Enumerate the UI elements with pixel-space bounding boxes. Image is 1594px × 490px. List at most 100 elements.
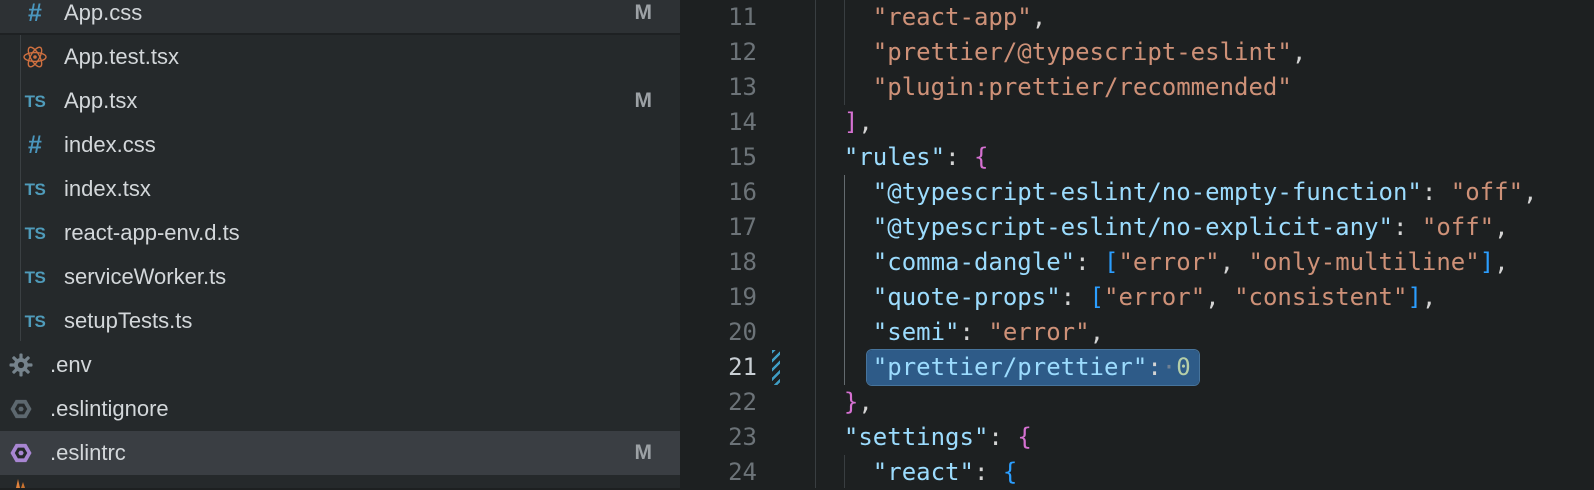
typescript-icon: TS bbox=[22, 220, 48, 246]
code-line-20[interactable]: "semi": "error", bbox=[815, 315, 1104, 350]
sidebar-file-react-app-env-d-ts[interactable]: TSreact-app-env.d.ts bbox=[0, 211, 680, 255]
modified-badge: M bbox=[635, 89, 653, 113]
token-br3: [ bbox=[1090, 283, 1104, 311]
token-br2: { bbox=[1017, 423, 1031, 451]
token-br3: ] bbox=[1407, 283, 1421, 311]
code-line-17[interactable]: "@typescript-eslint/no-explicit-any": "o… bbox=[815, 210, 1509, 245]
line-number[interactable]: 15 bbox=[680, 140, 757, 175]
token-key: "settings" bbox=[844, 423, 989, 451]
file-name-label: index.css bbox=[64, 132, 156, 158]
file-name-label: App.test.tsx bbox=[64, 44, 179, 70]
token-pun: : bbox=[988, 423, 1017, 451]
file-name-label: index.tsx bbox=[64, 176, 151, 202]
eslint-icon bbox=[8, 440, 34, 466]
code-indent bbox=[815, 458, 873, 486]
sidebar-file-App-test-tsx[interactable]: App.test.tsx bbox=[0, 35, 680, 79]
token-key: "quote-props" bbox=[873, 283, 1061, 311]
code-indent bbox=[815, 108, 844, 136]
sidebar-file-eslintignore[interactable]: .eslintignore bbox=[0, 387, 680, 431]
line-number[interactable]: 19 bbox=[680, 280, 757, 315]
line-number[interactable]: 14 bbox=[680, 105, 757, 140]
code-line-11[interactable]: "react-app", bbox=[815, 0, 1046, 35]
token-ws: · bbox=[1162, 353, 1176, 381]
token-pun: : bbox=[974, 458, 1003, 486]
token-pun: : bbox=[1075, 248, 1104, 276]
token-key: "react" bbox=[873, 458, 974, 486]
code-line-13[interactable]: "plugin:prettier/recommended" bbox=[815, 70, 1292, 105]
code-line-19[interactable]: "quote-props": ["error", "consistent"], bbox=[815, 280, 1436, 315]
token-str: "prettier/@typescript-eslint" bbox=[873, 38, 1292, 66]
sidebar-file-App-css[interactable]: #App.cssM bbox=[0, 0, 680, 35]
sidebar-file-index-tsx[interactable]: TS index.tsx bbox=[0, 167, 680, 211]
line-number[interactable]: 21 bbox=[680, 350, 757, 385]
token-br3: ] bbox=[1480, 248, 1494, 276]
token-br3: [ bbox=[1104, 248, 1118, 276]
code-line-15[interactable]: "rules": { bbox=[815, 140, 988, 175]
sidebar-file-env[interactable]: .env bbox=[0, 343, 680, 387]
token-key: "@typescript-eslint/no-empty-function" bbox=[873, 178, 1422, 206]
sidebar-file-eslintrc[interactable]: .eslintrc M bbox=[0, 431, 680, 475]
code-line-23[interactable]: "settings": { bbox=[815, 420, 1032, 455]
token-str: "error" bbox=[1104, 283, 1205, 311]
code-indent bbox=[815, 38, 873, 66]
code-line-14[interactable]: ], bbox=[815, 105, 873, 140]
line-number[interactable]: 20 bbox=[680, 315, 757, 350]
line-number[interactable]: 18 bbox=[680, 245, 757, 280]
line-number[interactable]: 23 bbox=[680, 420, 757, 455]
code-indent bbox=[815, 213, 873, 241]
typescript-icon: TS bbox=[22, 308, 48, 334]
token-str: "only-multiline" bbox=[1249, 248, 1480, 276]
sidebar-file-serviceWorker-ts[interactable]: TS serviceWorker.ts bbox=[0, 255, 680, 299]
token-pun: , bbox=[1032, 3, 1046, 31]
token-pun: , bbox=[1523, 178, 1537, 206]
token-pun: , bbox=[1292, 38, 1306, 66]
token-pun: , bbox=[1494, 248, 1508, 276]
line-number[interactable]: 24 bbox=[680, 455, 757, 490]
token-pun: : bbox=[1422, 178, 1451, 206]
line-number[interactable]: 12 bbox=[680, 35, 757, 70]
code-line-16[interactable]: "@typescript-eslint/no-empty-function": … bbox=[815, 175, 1537, 210]
token-br2: } bbox=[844, 388, 858, 416]
code-line-22[interactable]: }, bbox=[815, 385, 873, 420]
eslint-icon bbox=[8, 396, 34, 422]
line-number[interactable]: 22 bbox=[680, 385, 757, 420]
file-explorer-sidebar: #App.cssM App.test.tsx TSApp.tsxM # index.cs… bbox=[0, 0, 680, 488]
line-number[interactable]: 17 bbox=[680, 210, 757, 245]
token-pun: , bbox=[1220, 248, 1249, 276]
sidebar-file-App-tsx[interactable]: TSApp.tsxM bbox=[0, 79, 680, 123]
token-br3: { bbox=[1003, 458, 1017, 486]
sidebar-file-index-css[interactable]: # index.css bbox=[0, 123, 680, 167]
token-num: 0 bbox=[1176, 353, 1190, 381]
typescript-icon: TS bbox=[22, 176, 48, 202]
sidebar-file-setupTests-ts[interactable]: TS setupTests.ts bbox=[0, 299, 680, 343]
vscode-window: { "sidebar": { "files": [ {"name": "App.… bbox=[0, 0, 1594, 488]
css-icon: # bbox=[22, 132, 48, 158]
token-key: "semi" bbox=[873, 318, 960, 346]
file-name-label: setupTests.ts bbox=[64, 308, 192, 334]
token-pun: : bbox=[960, 318, 989, 346]
code-line-24[interactable]: "react": { bbox=[815, 455, 1017, 490]
file-name-label: .eslintrc bbox=[50, 440, 126, 466]
token-str: "react-app" bbox=[873, 3, 1032, 31]
line-number[interactable]: 11 bbox=[680, 0, 757, 35]
code-indent bbox=[815, 388, 844, 416]
code-editor[interactable]: 11 "react-app", 12 "prettier/@typescript-… bbox=[680, 0, 1594, 488]
modified-badge: M bbox=[635, 441, 653, 465]
token-pun: , bbox=[1494, 213, 1508, 241]
code-line-18[interactable]: "comma-dangle": ["error", "only-multilin… bbox=[815, 245, 1509, 280]
token-key: "comma-dangle" bbox=[873, 248, 1075, 276]
token-str: "consistent" bbox=[1234, 283, 1407, 311]
modified-line-indicator[interactable] bbox=[772, 350, 780, 385]
token-pun: : bbox=[1393, 213, 1422, 241]
token-str: "off" bbox=[1422, 213, 1494, 241]
typescript-icon: TS bbox=[22, 88, 48, 114]
typescript-icon: TS bbox=[22, 264, 48, 290]
file-name-label: serviceWorker.ts bbox=[64, 264, 226, 290]
code-line-12[interactable]: "prettier/@typescript-eslint", bbox=[815, 35, 1306, 70]
token-str: "error" bbox=[988, 318, 1089, 346]
line-number[interactable]: 16 bbox=[680, 175, 757, 210]
code-line-21[interactable]: "prettier/prettier":·0 bbox=[815, 350, 1191, 385]
token-str: "off" bbox=[1451, 178, 1523, 206]
line-number[interactable]: 13 bbox=[680, 70, 757, 105]
token-pun: , bbox=[858, 108, 872, 136]
